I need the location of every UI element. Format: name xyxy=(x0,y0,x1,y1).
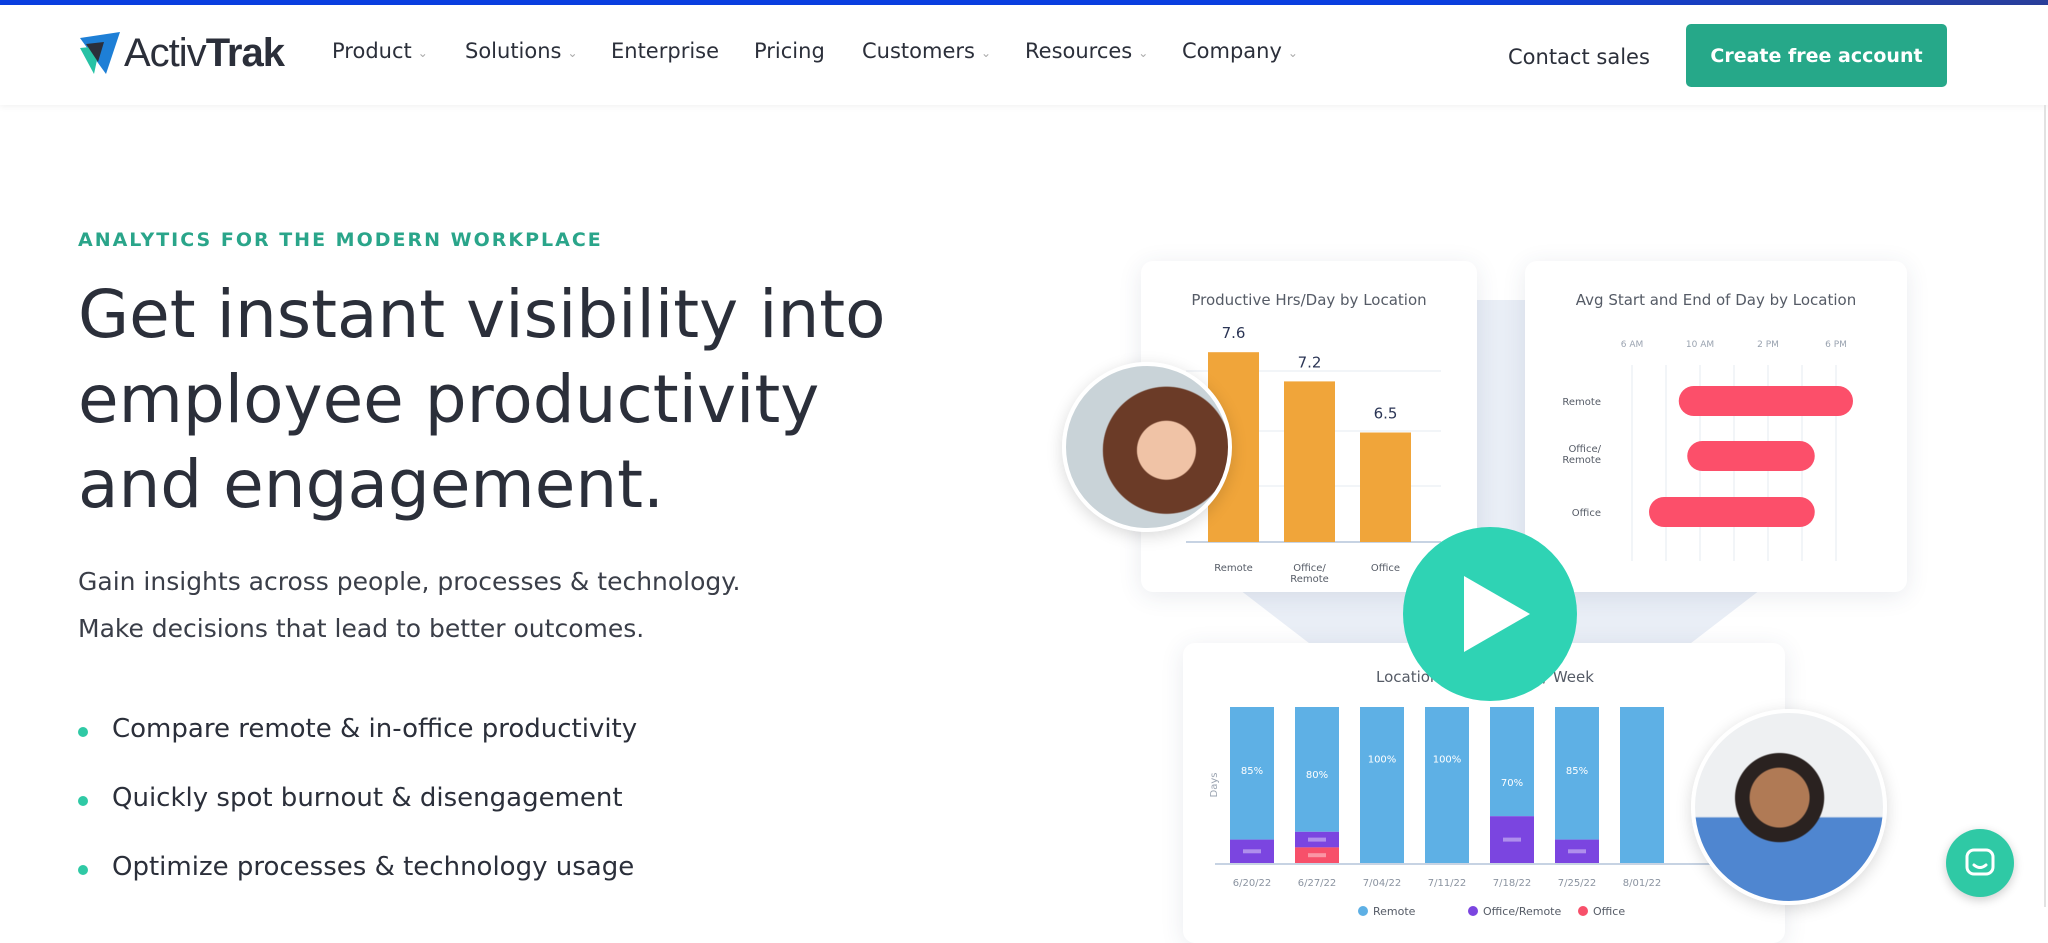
bullet-icon xyxy=(78,795,88,806)
play-video-button[interactable] xyxy=(1403,527,1577,701)
range-bar xyxy=(1687,441,1815,471)
chevron-down-icon: ⌄ xyxy=(1138,46,1149,60)
create-free-account-button[interactable]: Create free account xyxy=(1686,24,1947,87)
man-photo xyxy=(1691,709,1887,905)
x-tick-label: Remote xyxy=(1214,563,1253,574)
x-tick-label: 10 AM xyxy=(1686,340,1714,350)
bullet-icon xyxy=(78,726,88,737)
data-label: 7.6 xyxy=(1222,324,1246,342)
nav-company[interactable]: Company ⌄ xyxy=(1182,39,1298,63)
x-tick-label: Office xyxy=(1371,563,1400,574)
bullet-icon xyxy=(78,864,88,875)
navbar: ActivTrak Product ⌄ Solutions ⌄ Enterprise… xyxy=(0,5,2048,105)
chat-button[interactable] xyxy=(1946,829,2014,897)
logo[interactable]: ActivTrak xyxy=(78,29,285,77)
legend-swatch xyxy=(1578,906,1588,916)
list-item: Optimize processes & technology usage xyxy=(78,832,637,901)
chevron-down-icon: ⌄ xyxy=(417,46,428,60)
chevron-down-icon: ⌄ xyxy=(567,46,578,60)
logo-icon xyxy=(80,32,120,74)
data-label: 100% xyxy=(1433,755,1462,766)
x-tick-label: 8/01/22 xyxy=(1623,878,1662,889)
segment-marker xyxy=(1243,849,1261,854)
scrollbar[interactable] xyxy=(2044,105,2046,907)
nav-customers[interactable]: Customers ⌄ xyxy=(862,39,991,63)
x-tick-label: Office/Remote xyxy=(1290,563,1329,585)
data-label: 85% xyxy=(1241,766,1263,777)
eyebrow: ANALYTICS FOR THE MODERN WORKPLACE xyxy=(78,229,603,251)
data-label: 80% xyxy=(1306,770,1328,781)
segment-marker xyxy=(1308,853,1326,858)
page-title: Get instant visibility into employee prod… xyxy=(78,276,886,523)
y-tick-label: Office/Remote xyxy=(1562,444,1601,466)
chevron-down-icon: ⌄ xyxy=(980,46,992,60)
y-tick-label: Remote xyxy=(1562,397,1601,408)
stacked-bar-segment xyxy=(1425,707,1469,863)
y-tick-label: Office xyxy=(1572,508,1601,519)
nav-solutions[interactable]: Solutions ⌄ xyxy=(465,39,578,63)
x-tick-label: 6 PM xyxy=(1825,340,1847,350)
chevron-down-icon: ⌄ xyxy=(1287,46,1298,60)
data-label: 85% xyxy=(1566,766,1588,777)
x-tick-label: 6 AM xyxy=(1621,340,1644,350)
chat-icon xyxy=(1965,848,1995,876)
nav-resources[interactable]: Resources ⌄ xyxy=(1025,39,1148,63)
range-bar xyxy=(1678,386,1853,416)
bar xyxy=(1360,432,1411,542)
stacked-bar-segment xyxy=(1490,707,1534,817)
nav-pricing[interactable]: Pricing xyxy=(754,39,825,63)
chart-card-start-end: Avg Start and End of Day by Location 6 A… xyxy=(1525,261,1907,592)
stacked-bar-segment xyxy=(1620,707,1664,863)
data-label: 100% xyxy=(1368,755,1397,766)
bar xyxy=(1284,381,1335,542)
segment-marker xyxy=(1503,837,1521,842)
x-tick-label: 6/27/22 xyxy=(1298,878,1337,889)
contact-sales-link[interactable]: Contact sales xyxy=(1508,45,1650,69)
subtitle: Gain insights across people, processes &… xyxy=(78,567,741,643)
feature-list: Compare remote & in-office productivity … xyxy=(78,694,637,901)
segment-marker xyxy=(1568,849,1586,854)
play-icon xyxy=(1464,576,1530,652)
x-tick-label: 7/04/22 xyxy=(1363,878,1402,889)
x-tick-label: 2 PM xyxy=(1757,340,1779,350)
data-label: 6.5 xyxy=(1374,405,1398,423)
x-tick-label: 6/20/22 xyxy=(1233,878,1272,889)
list-item: Quickly spot burnout & disengagement xyxy=(78,763,637,832)
nav-enterprise[interactable]: Enterprise xyxy=(611,39,719,63)
list-item: Compare remote & in-office productivity xyxy=(78,694,637,763)
nav-product[interactable]: Product ⌄ xyxy=(332,39,428,63)
stacked-bar-segment xyxy=(1360,707,1404,863)
data-label: 7.2 xyxy=(1298,353,1322,371)
legend-swatch xyxy=(1358,906,1368,916)
y-axis-label: Days xyxy=(1209,773,1220,798)
x-tick-label: 7/18/22 xyxy=(1493,878,1532,889)
x-tick-label: 7/11/22 xyxy=(1428,878,1467,889)
woman-photo xyxy=(1062,362,1232,532)
legend-swatch xyxy=(1468,906,1478,916)
start-end-chart: 6 AM 10 AM 2 PM 6 PM Remote Office/Remote Offi… xyxy=(1562,340,1853,561)
segment-marker xyxy=(1308,837,1326,842)
logo-text: ActivTrak xyxy=(124,30,285,75)
range-bar xyxy=(1649,497,1815,527)
data-label: 70% xyxy=(1501,778,1523,789)
x-tick-label: 7/25/22 xyxy=(1558,878,1597,889)
